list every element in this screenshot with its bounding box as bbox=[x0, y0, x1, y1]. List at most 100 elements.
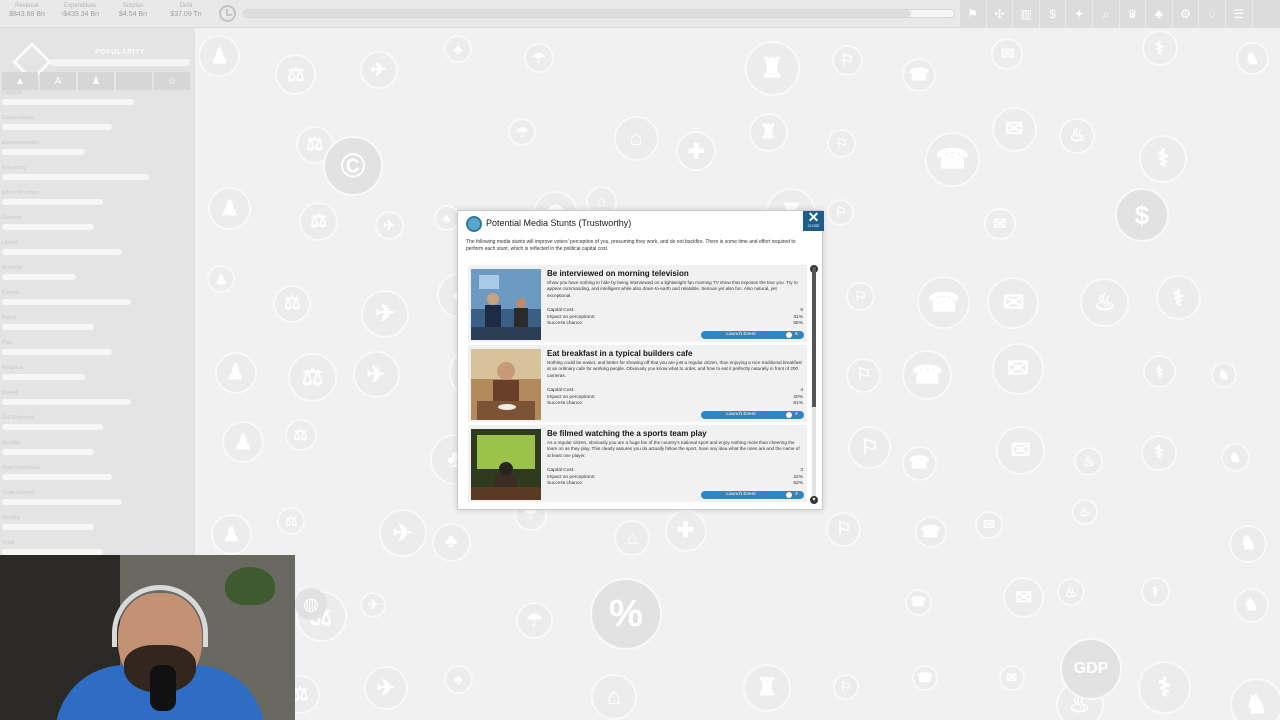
tab-blank-icon[interactable] bbox=[116, 72, 152, 90]
policy-icon[interactable]: ☎ bbox=[904, 588, 932, 616]
policy-icon[interactable]: ⚕ bbox=[1143, 355, 1177, 389]
gdp-icon[interactable]: GDP bbox=[1060, 638, 1122, 700]
copyright-icon[interactable]: © bbox=[323, 136, 383, 196]
popularity-row[interactable]: Environmentalist bbox=[2, 140, 186, 155]
policy-icon[interactable]: ♟ bbox=[207, 265, 236, 294]
policy-icon[interactable]: ✉ bbox=[998, 664, 1025, 691]
tab-text-icon[interactable]: A bbox=[40, 72, 76, 90]
scroll-down-button[interactable]: ▼ bbox=[810, 496, 818, 504]
policy-icon[interactable]: ✈ bbox=[352, 351, 400, 399]
policy-icon[interactable]: ♞ bbox=[1235, 42, 1269, 76]
policy-icon[interactable]: ✉ bbox=[1003, 576, 1045, 618]
policy-icon[interactable]: ⚕ bbox=[1137, 661, 1191, 715]
popularity-row[interactable]: Farmers bbox=[2, 215, 186, 230]
policy-icon[interactable]: ♨ bbox=[1080, 278, 1130, 328]
stat-expenditure[interactable]: Expenditure -$439.34 Bn bbox=[55, 3, 105, 18]
policy-icon[interactable]: ☎ bbox=[917, 275, 971, 329]
stat-revenue[interactable]: Revenue $843.88 Bn bbox=[2, 3, 52, 18]
policy-icon[interactable]: ♜ bbox=[743, 663, 791, 712]
scrollbar-thumb[interactable] bbox=[812, 267, 816, 407]
policy-icon[interactable]: ☎ bbox=[902, 350, 953, 401]
popularity-row[interactable]: Liberal bbox=[2, 240, 186, 255]
policy-icon[interactable]: ⚖ bbox=[277, 507, 306, 536]
policy-icon[interactable]: ✈ bbox=[361, 289, 410, 338]
popularity-row[interactable]: Capitalist bbox=[2, 90, 186, 105]
popularity-row[interactable]: State Employees bbox=[2, 465, 186, 480]
policy-icon[interactable]: ⌂ bbox=[591, 673, 638, 720]
policy-icon[interactable]: ⚖ bbox=[288, 353, 338, 403]
popularity-row[interactable]: Self Employed bbox=[2, 415, 186, 430]
tab-people-icon[interactable]: ♟ bbox=[78, 72, 114, 90]
network-icon[interactable]: ✣ bbox=[987, 0, 1014, 28]
policy-icon[interactable]: ⚕ bbox=[1140, 577, 1170, 607]
globe-icon[interactable]: ◍ bbox=[295, 588, 327, 620]
popularity-row[interactable]: Motorists bbox=[2, 265, 186, 280]
policy-icon[interactable]: ☂ bbox=[523, 42, 554, 73]
policy-icon[interactable]: ⚐ bbox=[847, 426, 891, 470]
policy-icon[interactable]: ✈ bbox=[378, 509, 427, 558]
list-scrollbar[interactable] bbox=[812, 267, 816, 499]
launch-event-button[interactable]: Launch Event 4 bbox=[701, 411, 804, 419]
tab-up-arrow-icon[interactable]: ▲ bbox=[2, 72, 38, 90]
policy-icon[interactable]: ♨ bbox=[1071, 498, 1098, 525]
policy-icon[interactable]: ☎ bbox=[914, 515, 947, 548]
policy-icon[interactable]: ✉ bbox=[991, 37, 1024, 70]
policy-icon[interactable]: ♣ bbox=[443, 664, 473, 694]
popularity-row[interactable]: Everybody bbox=[2, 165, 186, 180]
policy-icon[interactable]: ✉ bbox=[983, 207, 1016, 240]
policy-icon[interactable]: ⚐ bbox=[827, 128, 857, 158]
trophy-icon[interactable]: ♛ bbox=[1120, 0, 1147, 28]
policy-icon[interactable]: ⚐ bbox=[831, 44, 863, 76]
policy-icon[interactable]: ☎ bbox=[901, 445, 937, 481]
popularity-row[interactable]: Religious bbox=[2, 365, 186, 380]
policy-icon[interactable]: ⚖ bbox=[273, 284, 312, 323]
policy-icon[interactable]: ✉ bbox=[975, 510, 1003, 539]
bulb-icon[interactable]: ♢ bbox=[1199, 0, 1226, 28]
policy-icon[interactable]: ♞ bbox=[1229, 678, 1280, 720]
policy-icon[interactable]: ☂ bbox=[515, 602, 553, 640]
policy-icon[interactable]: ✉ bbox=[987, 276, 1040, 329]
policy-icon[interactable]: ☎ bbox=[924, 131, 980, 187]
launch-event-button[interactable]: Launch Event 5 bbox=[701, 331, 804, 339]
percent-icon[interactable]: % bbox=[590, 578, 662, 650]
policy-icon[interactable]: ♞ bbox=[1233, 587, 1269, 623]
policy-icon[interactable]: ✉ bbox=[996, 426, 1046, 476]
chart-icon[interactable]: ▥ bbox=[1013, 0, 1040, 28]
policy-icon[interactable]: ⚐ bbox=[832, 673, 859, 700]
popularity-row[interactable]: Youth bbox=[2, 540, 186, 555]
policy-icon[interactable]: ⚐ bbox=[845, 281, 875, 311]
policy-icon[interactable]: ♞ bbox=[1210, 362, 1237, 389]
popularity-row[interactable]: Wealthy bbox=[2, 515, 186, 530]
popularity-row[interactable]: Trade Unionist bbox=[2, 490, 186, 505]
policy-icon[interactable]: ♣ bbox=[431, 522, 471, 562]
policy-icon[interactable]: ✚ bbox=[664, 509, 707, 552]
policy-icon[interactable]: ⌂ bbox=[614, 520, 651, 557]
stat-debt[interactable]: Debt $37.09 Tn bbox=[161, 3, 211, 18]
popularity-row[interactable]: Ethnic Minorities bbox=[2, 190, 186, 205]
policy-icon[interactable]: ⚕ bbox=[1141, 30, 1178, 67]
people-icon[interactable]: ♣ bbox=[1146, 0, 1173, 28]
policy-icon[interactable]: ⌂ bbox=[613, 115, 659, 161]
popularity-row[interactable]: Poor bbox=[2, 340, 186, 355]
policy-icon[interactable]: ☎ bbox=[911, 665, 938, 692]
dollar-icon[interactable]: $ bbox=[1040, 0, 1067, 28]
stat-surplus[interactable]: Surplus $4.54 Bn bbox=[108, 3, 158, 18]
menu-icon[interactable]: ☰ bbox=[1226, 0, 1253, 28]
policy-icon[interactable]: ✈ bbox=[360, 592, 387, 619]
gear-icon[interactable]: ⚙ bbox=[1173, 0, 1200, 28]
policy-icon[interactable]: ✉ bbox=[992, 342, 1045, 395]
popularity-row[interactable]: Parents bbox=[2, 290, 186, 305]
policy-icon[interactable]: ⚖ bbox=[284, 418, 317, 451]
policy-icon[interactable]: ♨ bbox=[1059, 117, 1096, 154]
popularity-row[interactable]: Patriot bbox=[2, 315, 186, 330]
policy-icon[interactable]: ⚕ bbox=[1155, 275, 1201, 321]
lightbulb-icon[interactable]: ✦ bbox=[1066, 0, 1093, 28]
policy-icon[interactable]: ⚐ bbox=[826, 511, 862, 547]
flag-icon[interactable]: ⚑ bbox=[960, 0, 987, 28]
policy-icon[interactable]: ⚖ bbox=[299, 201, 339, 241]
policy-icon[interactable]: ⚐ bbox=[846, 357, 882, 393]
policy-icon[interactable]: ✈ bbox=[363, 665, 408, 710]
clock-icon[interactable] bbox=[219, 5, 236, 22]
policy-icon[interactable]: ♨ bbox=[1074, 446, 1104, 476]
policy-icon[interactable]: ♟ bbox=[210, 514, 252, 556]
